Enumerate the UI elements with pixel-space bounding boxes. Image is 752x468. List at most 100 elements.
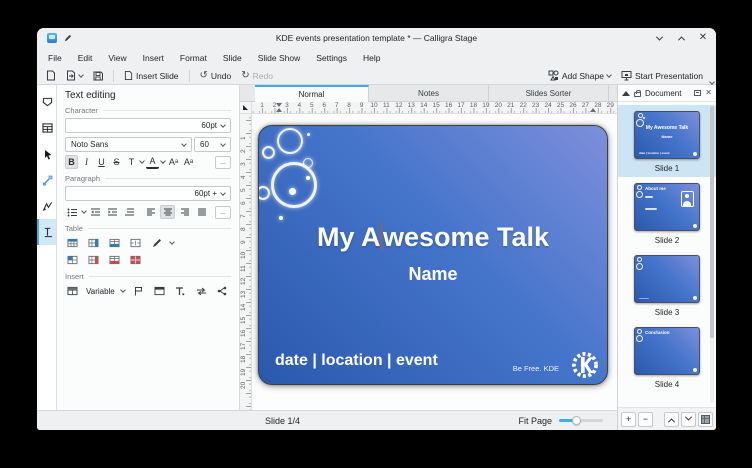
change-case-button[interactable]: T (125, 155, 138, 169)
slide-editor[interactable]: My Awesome Talk Name date | location | e… (258, 125, 608, 385)
ruler-corner-tabstop[interactable] (240, 102, 252, 114)
thumbnail-scrollbar[interactable] (710, 106, 714, 403)
redo-button[interactable]: ↻ Redo (238, 70, 276, 82)
insert-bookmark-button[interactable] (131, 284, 146, 298)
collapse-icon[interactable] (622, 91, 630, 96)
delete-table-button[interactable] (128, 253, 143, 267)
insert-text-frame-button[interactable] (152, 284, 167, 298)
zoom-slider[interactable] (559, 419, 603, 422)
italic-button[interactable]: I (80, 155, 93, 169)
insert-slide-button[interactable]: Insert Slide (121, 69, 182, 82)
menu-item[interactable]: Settings (309, 51, 354, 65)
selection-tool[interactable] (37, 141, 56, 167)
save-button[interactable] (90, 70, 106, 82)
slide-thumbnail-4[interactable]: Conclusion Slide 4 (618, 321, 716, 393)
insert-row-button[interactable] (107, 236, 122, 250)
indent-marker-icon[interactable] (276, 108, 282, 112)
open-document-button[interactable] (63, 69, 86, 82)
menu-item[interactable]: View (101, 51, 133, 65)
slide-thumbnail-1[interactable]: My Awesome Talk Name date | location | e… (618, 105, 716, 177)
minimize-button[interactable] (654, 33, 664, 43)
slide-3-preview[interactable] (634, 255, 700, 303)
slide-2-preview[interactable]: About me (634, 183, 700, 231)
align-right-button[interactable] (177, 205, 192, 219)
vertical-ruler[interactable]: 1234567891011121314151617181920 (240, 114, 252, 410)
paragraph-format-button[interactable] (122, 205, 137, 219)
slide-4-preview[interactable]: Conclusion (634, 327, 700, 375)
font-family-combo[interactable]: Noto Sans (65, 137, 192, 152)
table-pen-button[interactable] (149, 236, 164, 250)
float-docker-icon[interactable] (694, 90, 701, 96)
table-tool[interactable] (37, 115, 56, 141)
insert-textstyle-button[interactable] (173, 284, 188, 298)
delete-column-button[interactable] (86, 253, 101, 267)
character-more-button[interactable]: ... (215, 156, 231, 169)
slide-footer-text[interactable]: date | location | event (275, 352, 438, 370)
insert-variable-button[interactable] (65, 284, 80, 298)
decrease-indent-button[interactable] (88, 205, 103, 219)
menu-item[interactable]: File (41, 51, 69, 65)
add-slide-button[interactable]: + (621, 412, 636, 427)
horizontal-ruler[interactable]: 1234567891011121314151617181920212223242… (252, 102, 617, 114)
move-slide-up-button[interactable] (664, 412, 679, 427)
text-color-chevron-icon[interactable] (160, 158, 166, 164)
strikethrough-button[interactable]: S (110, 155, 123, 169)
subscript-button[interactable]: Aa (182, 155, 195, 169)
indent-marker-icon[interactable] (276, 103, 282, 107)
variable-label[interactable]: Variable (86, 287, 115, 296)
slide-1-preview[interactable]: My Awesome Talk Name date | location | e… (634, 111, 700, 159)
menu-item[interactable]: Insert (136, 51, 171, 65)
close-button[interactable]: ✕ (698, 33, 708, 43)
slide-thumbnail-2[interactable]: About me Slide 2 (618, 177, 716, 249)
menu-item[interactable]: Slide Show (251, 51, 308, 65)
text-color-button[interactable]: A (146, 156, 159, 169)
zoom-slider-handle[interactable] (572, 416, 581, 425)
close-docker-icon[interactable]: ✕ (705, 89, 712, 97)
slide-title-text[interactable]: My Awesome Talk (259, 222, 607, 253)
menu-item[interactable]: Slide (216, 51, 249, 65)
align-justify-button[interactable] (194, 205, 209, 219)
start-presentation-button[interactable]: Start Presentation (618, 69, 706, 82)
insert-reference-button[interactable] (215, 284, 230, 298)
lock-icon[interactable] (634, 92, 641, 97)
toolbar-overflow-chevron-icon[interactable] (709, 79, 715, 85)
margin-marker-icon[interactable] (590, 108, 596, 112)
text-tool[interactable] (37, 219, 56, 245)
add-shape-chevron-icon[interactable] (606, 72, 612, 78)
slide-subtitle-text[interactable]: Name (259, 264, 607, 285)
add-shape-button[interactable]: Add Shape (545, 69, 614, 82)
title-bar[interactable]: KDE events presentation template * — Cal… (37, 28, 716, 48)
delete-slide-button[interactable]: − (638, 412, 653, 427)
menu-item[interactable]: Help (356, 51, 387, 65)
move-slide-down-button[interactable] (681, 412, 696, 427)
font-size-combo[interactable]: 60 (194, 137, 231, 152)
freehand-path-tool[interactable] (37, 193, 56, 219)
tab-normal[interactable]: Normal (255, 85, 369, 102)
basic-shape-tool[interactable] (37, 89, 56, 115)
connector-tool[interactable] (37, 167, 56, 193)
bold-button[interactable]: B (65, 155, 78, 169)
tab-notes[interactable]: Notes (369, 85, 489, 101)
align-center-button[interactable] (160, 205, 175, 219)
underline-button[interactable]: U (95, 155, 108, 169)
table-pen-chevron-icon[interactable] (169, 239, 175, 245)
slide-canvas[interactable]: My Awesome Talk Name date | location | e… (252, 114, 617, 410)
slide-thumbnail-3[interactable]: Slide 3 (618, 249, 716, 321)
insert-swap-button[interactable] (194, 284, 209, 298)
list-style-chevron-icon[interactable] (81, 208, 87, 214)
increase-indent-button[interactable] (105, 205, 120, 219)
merge-cells-button[interactable] (128, 236, 143, 250)
align-left-button[interactable] (143, 205, 158, 219)
menu-item[interactable]: Edit (71, 51, 100, 65)
slide-thumbnail-list[interactable]: My Awesome Talk Name date | location | e… (618, 102, 716, 407)
slide-properties-button[interactable] (698, 412, 713, 427)
zoom-mode-label[interactable]: Fit Page (518, 416, 552, 426)
line-height-combo[interactable]: 60pt + (65, 186, 231, 201)
superscript-button[interactable]: Aa (167, 155, 180, 169)
split-cells-button[interactable] (65, 253, 80, 267)
open-dropdown-chevron-icon[interactable] (78, 72, 84, 78)
maximize-button[interactable] (676, 33, 686, 43)
new-document-button[interactable] (43, 69, 59, 82)
insert-table-button[interactable] (65, 236, 80, 250)
insert-column-button[interactable] (86, 236, 101, 250)
